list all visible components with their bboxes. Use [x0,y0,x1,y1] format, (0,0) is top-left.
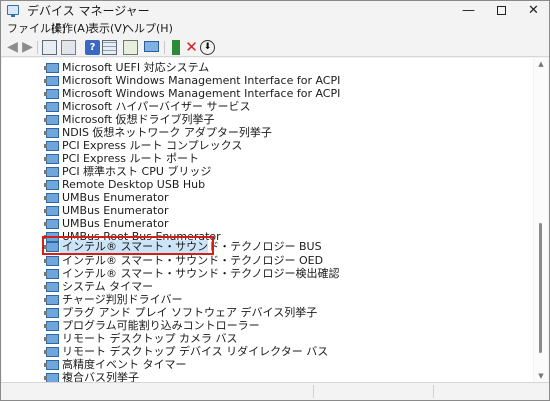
system-device-icon [44,269,59,279]
system-device-icon [44,89,59,99]
system-device-icon [44,295,59,305]
system-device-icon [44,256,59,266]
maximize-icon [497,6,506,15]
grid-view-icon[interactable] [102,40,117,55]
update-driver-icon[interactable] [172,40,180,55]
device-manager-window: デバイス マネージャー — ✕ ファイル(F) 操作(A) 表示(V) ヘルプ(… [0,0,550,401]
system-device-icon [44,76,59,86]
close-button[interactable]: ✕ [517,1,550,21]
uninstall-icon[interactable]: ✕ [184,40,199,55]
system-device-icon [44,193,59,203]
menu-help[interactable]: ヘルプ(H) [123,22,173,36]
annotation-highlight-box [42,236,214,255]
system-device-icon [44,206,59,216]
vertical-scrollbar[interactable]: ▲ ▼ [534,58,548,382]
menu-action[interactable]: 操作(A) [51,22,89,36]
tree-item-label: 複合バス列挙子 [62,371,139,382]
system-device-icon [44,180,59,190]
toolbar-separator [164,41,165,54]
menu-bar: ファイル(F) 操作(A) 表示(V) ヘルプ(H) [1,21,549,38]
tree-item[interactable]: 複合バス列挙子 [2,370,533,382]
system-device-icon [44,128,59,138]
status-bar [1,382,549,400]
system-device-icon [44,154,59,164]
forward-icon[interactable]: ▶ [20,40,35,55]
scroll-thumb[interactable] [539,223,542,353]
menu-view[interactable]: 表示(V) [88,22,126,36]
download-icon[interactable]: ⬇ [200,40,215,55]
system-device-icon [44,63,59,73]
system-device-icon [44,167,59,177]
minimize-button[interactable]: — [452,1,485,21]
status-pane-main [2,385,314,398]
device-manager-app-icon [7,5,19,17]
system-device-icon [44,373,59,382]
system-device-icon [44,219,59,229]
help-icon[interactable]: ? [85,40,100,55]
status-pane-2 [315,385,434,398]
properties-icon[interactable] [42,40,57,55]
show-hide-tree-icon[interactable] [61,40,76,55]
system-device-icon [44,102,59,112]
refresh-icon[interactable] [123,40,138,55]
title-bar: デバイス マネージャー — ✕ [1,1,549,21]
scroll-up-icon[interactable]: ▲ [534,58,548,70]
window-title: デバイス マネージャー [27,4,150,18]
system-device-icon [44,141,59,151]
system-device-icon [44,282,59,292]
device-tree[interactable]: Microsoft UEFI 対応システム Microsoft Windows … [2,58,533,382]
system-device-icon [44,347,59,357]
maximize-button[interactable] [485,1,518,21]
toolbar-separator [37,41,38,54]
system-device-icon [44,321,59,331]
status-pane-3 [435,385,546,398]
system-device-icon [44,334,59,344]
monitor-icon[interactable] [144,41,159,52]
system-device-icon [44,360,59,370]
toolbar: ◀ ▶ ? ✕ ⬇ [1,38,549,57]
system-device-icon [44,115,59,125]
back-icon[interactable]: ◀ [5,40,20,55]
system-device-icon [44,308,59,318]
scroll-down-icon[interactable]: ▼ [534,370,548,382]
